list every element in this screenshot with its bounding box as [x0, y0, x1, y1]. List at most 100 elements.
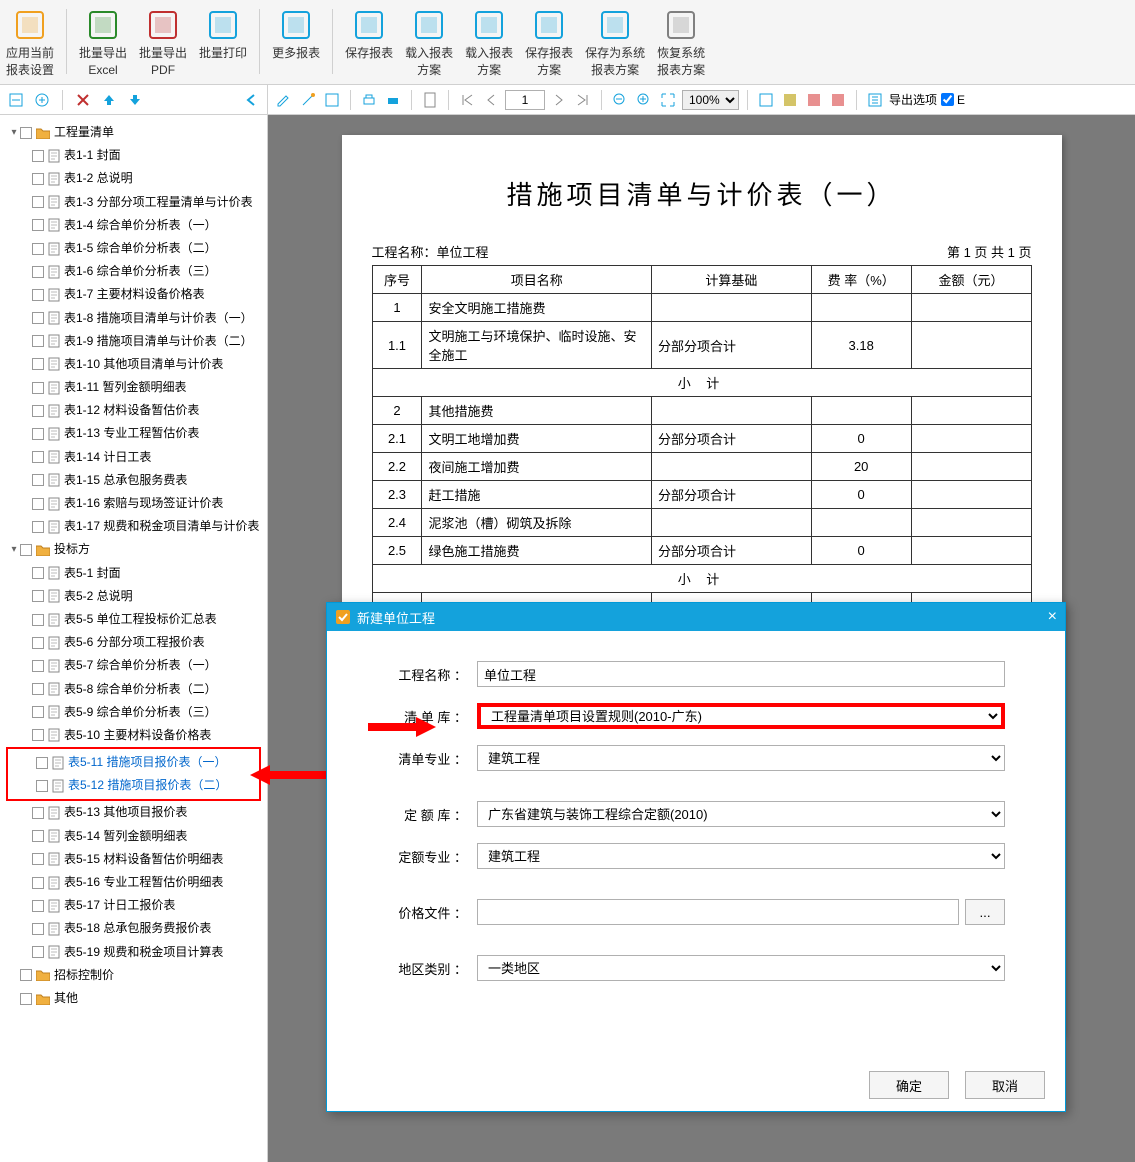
ex-chk1[interactable]: E: [941, 93, 965, 107]
tree-item[interactable]: 表1-16 索赔与现场签证计价表: [4, 492, 263, 515]
export1-icon[interactable]: [756, 90, 776, 110]
page-info: 第 1 页 共 1 页: [947, 242, 1032, 261]
tree-group[interactable]: 招标控制价: [4, 964, 263, 987]
prev-page-icon[interactable]: [481, 90, 501, 110]
tree-item[interactable]: 表1-2 总说明: [4, 167, 263, 190]
tree-item[interactable]: 表5-17 计日工报价表: [4, 894, 263, 917]
tree-item[interactable]: 表1-4 综合单价分析表（一）: [4, 214, 263, 237]
project-name-input[interactable]: [477, 661, 1005, 687]
tree-item[interactable]: 表5-12 措施项目报价表（二）: [8, 774, 259, 797]
price-file-input[interactable]: [477, 899, 959, 925]
tree-item[interactable]: 表5-5 单位工程投标价汇总表: [4, 608, 263, 631]
design-icon[interactable]: [322, 90, 342, 110]
table-row: 1安全文明施工措施费: [372, 294, 1031, 322]
tree-item[interactable]: 表1-9 措施项目清单与计价表（二）: [4, 330, 263, 353]
annotation-arrow-right: [366, 714, 426, 738]
down-arrow-icon[interactable]: [125, 90, 145, 110]
ribbon-btn-1[interactable]: 批量导出Excel: [73, 5, 133, 81]
export3-icon[interactable]: [804, 90, 824, 110]
collapse-icon[interactable]: [241, 90, 261, 110]
ribbon-btn-9[interactable]: 保存为系统报表方案: [579, 5, 651, 81]
cancel-button[interactable]: 取消: [965, 1071, 1045, 1099]
quota-lib-select[interactable]: 广东省建筑与装饰工程综合定额(2010): [477, 801, 1005, 827]
tree-item[interactable]: 表5-1 封面: [4, 562, 263, 585]
tree-item[interactable]: 表5-9 综合单价分析表（三）: [4, 701, 263, 724]
tree-item[interactable]: 表5-2 总说明: [4, 585, 263, 608]
up-arrow-icon[interactable]: [99, 90, 119, 110]
table-row: 2其他措施费: [372, 397, 1031, 425]
tree-item[interactable]: 表5-16 专业工程暂估价明细表: [4, 871, 263, 894]
page-icon[interactable]: [420, 90, 440, 110]
tree-group[interactable]: ▾投标方: [4, 538, 263, 561]
wand-icon[interactable]: [298, 90, 318, 110]
tree-pane: ▾工程量清单表1-1 封面表1-2 总说明表1-3 分部分项工程量清单与计价表表…: [0, 115, 268, 1162]
ribbon-btn-0[interactable]: 应用当前报表设置: [0, 5, 60, 81]
fit-icon[interactable]: [658, 90, 678, 110]
tree-item[interactable]: 表5-6 分部分项工程报价表: [4, 631, 263, 654]
tree-item[interactable]: 表1-11 暂列金额明细表: [4, 376, 263, 399]
tree-item[interactable]: 表1-12 材料设备暂估价表: [4, 399, 263, 422]
tree-add-icon[interactable]: [32, 90, 52, 110]
tree-item[interactable]: 表5-7 综合单价分析表（一）: [4, 654, 263, 677]
zoom-out-icon[interactable]: [610, 90, 630, 110]
list-lib-select[interactable]: 工程量清单项目设置规则(2010-广东): [477, 703, 1005, 729]
annotation-arrow-left: [250, 762, 330, 786]
tree-item[interactable]: 表1-13 专业工程暂估价表: [4, 422, 263, 445]
table-row: 2.3赶工措施分部分项合计0: [372, 481, 1031, 509]
ribbon-btn-4[interactable]: 更多报表: [266, 5, 326, 64]
tree-item[interactable]: 表1-14 计日工表: [4, 446, 263, 469]
export2-icon[interactable]: [780, 90, 800, 110]
tree-item[interactable]: 表5-14 暂列金额明细表: [4, 825, 263, 848]
tree-item[interactable]: 表5-13 其他项目报价表: [4, 801, 263, 824]
tree-tool-icon[interactable]: [6, 90, 26, 110]
export4-icon[interactable]: [828, 90, 848, 110]
edit-icon[interactable]: [274, 90, 294, 110]
quota-major-select[interactable]: 建筑工程: [477, 843, 1005, 869]
zoom-select[interactable]: 100%: [682, 90, 739, 110]
sub-toolbar: 100% 导出选项 E: [0, 85, 1135, 115]
print-icon[interactable]: [359, 90, 379, 110]
tree-item[interactable]: 表5-8 综合单价分析表（二）: [4, 678, 263, 701]
tree-item[interactable]: 表1-17 规费和税金项目清单与计价表: [4, 515, 263, 538]
project-name-label: 工程名称 ：: [387, 665, 477, 684]
tree-item[interactable]: 表1-8 措施项目清单与计价表（一）: [4, 307, 263, 330]
tree-item[interactable]: 表1-5 综合单价分析表（二）: [4, 237, 263, 260]
tree-item[interactable]: 表1-1 封面: [4, 144, 263, 167]
tree-item[interactable]: 表5-18 总承包服务费报价表: [4, 917, 263, 940]
tree-item[interactable]: 表1-15 总承包服务费表: [4, 469, 263, 492]
ribbon-btn-8[interactable]: 保存报表方案: [519, 5, 579, 81]
tree-item[interactable]: 表1-10 其他项目清单与计价表: [4, 353, 263, 376]
region-label: 地区类别 ：: [387, 959, 477, 978]
last-page-icon[interactable]: [573, 90, 593, 110]
zoom-in-icon[interactable]: [634, 90, 654, 110]
tree-item[interactable]: 表5-15 材料设备暂估价明细表: [4, 848, 263, 871]
browse-button[interactable]: ...: [965, 899, 1005, 925]
page-number-input[interactable]: [505, 90, 545, 110]
quota-lib-label: 定 额 库 ：: [387, 805, 477, 824]
close-icon[interactable]: ×: [1048, 608, 1057, 626]
tree-item[interactable]: 表5-10 主要材料设备价格表: [4, 724, 263, 747]
ribbon-btn-10[interactable]: 恢复系统报表方案: [651, 5, 711, 81]
tree-item[interactable]: 表5-11 措施项目报价表（一）: [8, 751, 259, 774]
ribbon-btn-2[interactable]: 批量导出PDF: [133, 5, 193, 81]
ribbon-btn-3[interactable]: 批量打印: [193, 5, 253, 64]
export-opts-icon[interactable]: [865, 90, 885, 110]
tree-item[interactable]: 表1-3 分部分项工程量清单与计价表: [4, 191, 263, 214]
tree-item[interactable]: 表1-7 主要材料设备价格表: [4, 283, 263, 306]
ribbon-btn-6[interactable]: 载入报表方案: [399, 5, 459, 81]
ribbon-btn-7[interactable]: 载入报表方案: [459, 5, 519, 81]
new-project-dialog: 新建单位工程 × 工程名称 ： 清 单 库 ： 工程量清单项目设置规则(2010…: [326, 602, 1066, 1112]
print2-icon[interactable]: [383, 90, 403, 110]
tree-group[interactable]: ▾工程量清单: [4, 121, 263, 144]
next-page-icon[interactable]: [549, 90, 569, 110]
delete-icon[interactable]: [73, 90, 93, 110]
tree-group[interactable]: 其他: [4, 987, 263, 1010]
list-major-select[interactable]: 建筑工程: [477, 745, 1005, 771]
table-row: 小 计: [372, 565, 1031, 593]
region-select[interactable]: 一类地区: [477, 955, 1005, 981]
ribbon-btn-5[interactable]: 保存报表: [339, 5, 399, 64]
tree-item[interactable]: 表1-6 综合单价分析表（三）: [4, 260, 263, 283]
first-page-icon[interactable]: [457, 90, 477, 110]
ok-button[interactable]: 确定: [869, 1071, 949, 1099]
tree-item[interactable]: 表5-19 规费和税金项目计算表: [4, 941, 263, 964]
